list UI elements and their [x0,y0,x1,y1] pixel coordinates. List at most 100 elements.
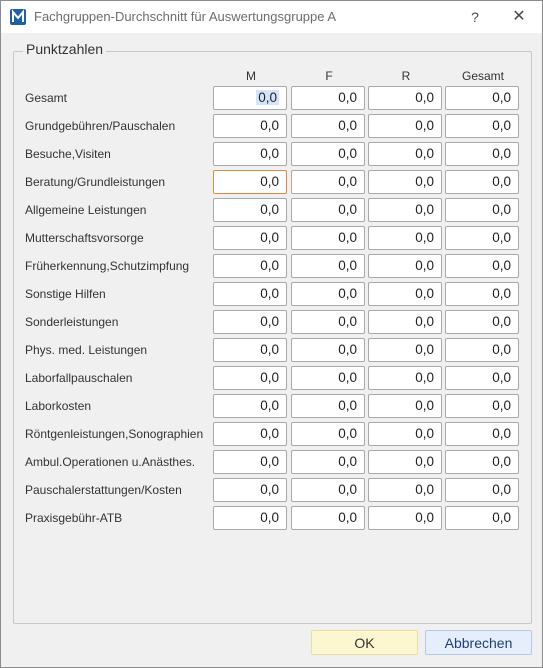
value-field[interactable]: 0,0 [291,338,365,362]
value-text: 0,0 [492,482,511,497]
value-text: 0,0 [260,118,279,133]
value-text: 0,0 [492,398,511,413]
value-text: 0,0 [260,174,279,189]
value-field[interactable]: 0,0 [368,422,442,446]
value-text: 0,0 [492,174,511,189]
value-text: 0,0 [260,482,279,497]
value-text: 0,0 [338,314,357,329]
value-field[interactable]: 0,0 [368,478,442,502]
value-field[interactable]: 0,0 [445,226,519,250]
row-label: Laborkosten [25,399,92,413]
value-field[interactable]: 0,0 [291,226,365,250]
value-field[interactable]: 0,0 [368,198,442,222]
value-field[interactable]: 0,0 [213,226,287,250]
value-field[interactable]: 0,0 [213,198,287,222]
value-field[interactable]: 0,0 [445,282,519,306]
value-field[interactable]: 0,0 [291,366,365,390]
value-field[interactable]: 0,0 [368,226,442,250]
value-field[interactable]: 0,0 [213,86,287,110]
value-field[interactable]: 0,0 [368,450,442,474]
row-label: Laborfallpauschalen [25,371,133,385]
value-field[interactable]: 0,0 [368,310,442,334]
value-field[interactable]: 0,0 [368,282,442,306]
value-field[interactable]: 0,0 [291,254,365,278]
value-field[interactable]: 0,0 [445,310,519,334]
value-field[interactable]: 0,0 [368,506,442,530]
value-field[interactable]: 0,0 [213,310,287,334]
value-field[interactable]: 0,0 [213,366,287,390]
value-field[interactable]: 0,0 [291,142,365,166]
value-field[interactable]: 0,0 [368,338,442,362]
value-text: 0,0 [415,146,434,161]
value-field[interactable]: 0,0 [291,450,365,474]
value-field[interactable]: 0,0 [291,86,365,110]
value-field[interactable]: 0,0 [291,198,365,222]
value-field[interactable]: 0,0 [213,254,287,278]
value-field[interactable]: 0,0 [445,450,519,474]
value-field[interactable]: 0,0 [368,114,442,138]
group-legend: Punktzahlen [23,41,107,57]
value-field[interactable]: 0,0 [445,478,519,502]
value-field[interactable]: 0,0 [445,338,519,362]
value-field[interactable]: 0,0 [368,394,442,418]
value-text: 0,0 [338,426,357,441]
value-field[interactable]: 0,0 [445,394,519,418]
value-text: 0,0 [338,286,357,301]
value-field[interactable]: 0,0 [368,254,442,278]
value-field[interactable]: 0,0 [445,366,519,390]
row-label: Mutterschaftsvorsorge [25,231,144,245]
value-field[interactable]: 0,0 [213,422,287,446]
value-field[interactable]: 0,0 [445,170,519,194]
help-icon[interactable]: ? [464,7,486,27]
value-field[interactable]: 0,0 [368,86,442,110]
value-field[interactable]: 0,0 [291,478,365,502]
value-field[interactable]: 0,0 [291,394,365,418]
value-field[interactable]: 0,0 [445,114,519,138]
row-label: Besuche,Visiten [25,147,111,161]
value-field[interactable]: 0,0 [445,198,519,222]
value-field[interactable]: 0,0 [368,142,442,166]
value-field[interactable]: 0,0 [445,142,519,166]
value-text: 0,0 [338,230,357,245]
value-text: 0,0 [338,398,357,413]
value-field[interactable]: 0,0 [291,506,365,530]
value-field[interactable]: 0,0 [291,170,365,194]
title-bar[interactable]: Fachgruppen-Durchschnitt für Auswertungs… [1,1,542,33]
value-field[interactable]: 0,0 [291,114,365,138]
value-text: 0,0 [415,258,434,273]
value-field[interactable]: 0,0 [213,450,287,474]
value-field[interactable]: 0,0 [213,506,287,530]
value-text: 0,0 [338,370,357,385]
value-field[interactable]: 0,0 [445,506,519,530]
cancel-button[interactable]: Abbrechen [425,630,532,655]
value-field[interactable]: 0,0 [213,338,287,362]
value-field[interactable]: 0,0 [291,310,365,334]
value-field[interactable]: 0,0 [213,114,287,138]
value-text: 0,0 [338,454,357,469]
value-field[interactable]: 0,0 [213,478,287,502]
row-label: Gesamt [25,91,68,105]
value-field[interactable]: 0,0 [291,282,365,306]
value-field[interactable]: 0,0 [213,394,287,418]
value-field[interactable]: 0,0 [213,142,287,166]
value-text: 0,0 [492,146,511,161]
value-text: 0,0 [260,398,279,413]
value-field[interactable]: 0,0 [445,254,519,278]
value-field[interactable]: 0,0 [291,422,365,446]
value-text: 0,0 [260,454,279,469]
value-text: 0,0 [492,286,511,301]
row-label: Röntgenleistungen,Sonographien [25,427,204,441]
value-field[interactable]: 0,0 [213,282,287,306]
value-field[interactable]: 0,0 [213,170,287,194]
value-text: 0,0 [338,202,357,217]
value-text: 0,0 [415,482,434,497]
value-field[interactable]: 0,0 [445,86,519,110]
close-icon[interactable]: ✕ [508,7,530,27]
row-label: Phys. med. Leistungen [25,343,148,357]
value-text: 0,0 [260,202,279,217]
ok-button[interactable]: OK [311,630,418,655]
value-text: 0,0 [415,286,434,301]
value-field[interactable]: 0,0 [445,422,519,446]
value-field[interactable]: 0,0 [368,366,442,390]
value-field[interactable]: 0,0 [368,170,442,194]
